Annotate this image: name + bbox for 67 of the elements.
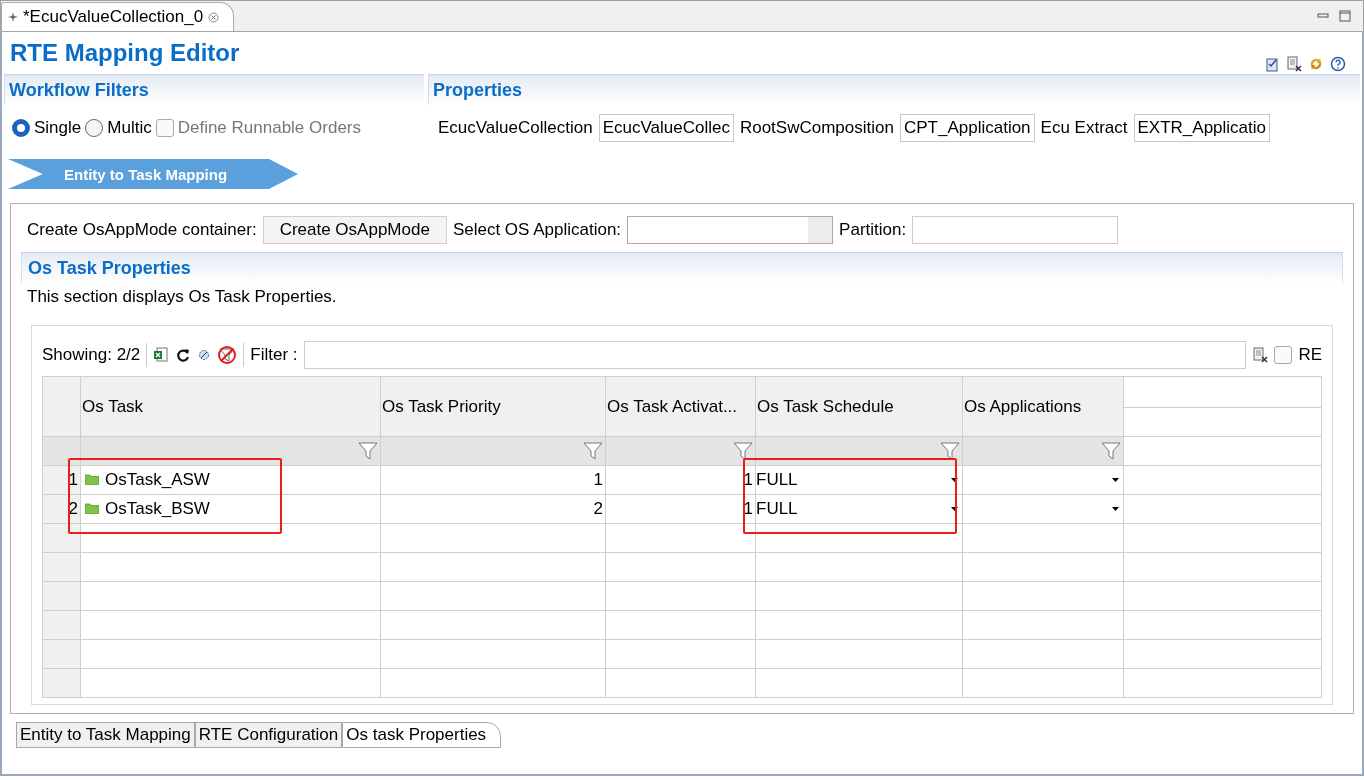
radio-option[interactable]: Multic	[85, 118, 152, 138]
filter-label: Filter :	[250, 345, 298, 365]
clear-filter-icon[interactable]	[217, 345, 238, 365]
property-value-field[interactable]: CPT_Application	[899, 114, 1035, 142]
section-title: Workflow Filters	[9, 79, 149, 101]
document-delete-icon[interactable]	[1252, 347, 1269, 363]
radio-button[interactable]	[12, 119, 30, 137]
partition-label: Partition:	[839, 220, 907, 240]
task-name: OsTask_ASW	[105, 469, 210, 490]
section-title: Os Task Properties	[28, 257, 191, 279]
property-value-field[interactable]: EcucValueCollec	[598, 114, 734, 142]
refresh-icon[interactable]	[175, 347, 192, 363]
filter-icon[interactable]	[940, 442, 960, 460]
section-title: Properties	[433, 79, 523, 101]
dropdown-arrow-icon[interactable]	[951, 507, 958, 511]
property-label: Ecu Extract	[1040, 118, 1128, 138]
table-cell: 1	[743, 470, 753, 489]
dropdown-arrow-icon[interactable]	[1112, 478, 1119, 482]
help-icon[interactable]	[1330, 56, 1346, 72]
regex-checkbox[interactable]	[1274, 346, 1293, 364]
dropdown-arrow-icon[interactable]	[1112, 507, 1119, 511]
table-cell: 1	[593, 470, 603, 489]
property-value-field[interactable]: EXTR_Applicatio	[1133, 114, 1270, 142]
page-tab[interactable]: RTE Configuration	[194, 722, 343, 748]
table-cell: 1	[743, 499, 753, 518]
create-button[interactable]: Create OsAppMode	[262, 216, 447, 244]
column-header[interactable]: Os Task Activat...	[605, 376, 756, 437]
filter-field[interactable]	[303, 341, 1247, 369]
property-label: RootSwComposition	[739, 118, 894, 138]
clipboard-check-icon[interactable]	[1264, 56, 1280, 72]
radio-button[interactable]	[85, 119, 104, 137]
table-cell: 2	[593, 499, 603, 518]
showing-count: Showing: 2/2	[42, 345, 141, 365]
page-tab[interactable]: Os task Properties	[342, 722, 502, 748]
close-icon[interactable]	[208, 11, 220, 23]
editor-tab-title: *EcucValueCollection_0	[23, 7, 204, 27]
regex-label: RE	[1298, 345, 1322, 365]
spreadsheet-icon[interactable]	[153, 347, 170, 363]
radio-option[interactable]: Single	[12, 118, 82, 138]
create-label: Create OsAppMode container:	[27, 220, 257, 240]
property-label: EcucValueCollection	[438, 118, 593, 138]
page-tab[interactable]: Entity to Task Mapping	[16, 722, 195, 748]
filter-icon[interactable]	[583, 442, 603, 460]
filter-icon[interactable]	[733, 442, 753, 460]
sync-icon[interactable]	[1308, 56, 1324, 72]
filter-icon[interactable]	[1101, 442, 1121, 460]
task-name: OsTask_BSW	[105, 498, 210, 519]
pin-icon	[8, 12, 18, 22]
section-description: This section displays Os Task Properties.	[26, 286, 338, 308]
column-header[interactable]: Os Task Schedule	[755, 376, 963, 437]
dropdown-value[interactable]: FULL	[756, 470, 798, 490]
folder-icon	[85, 503, 99, 515]
dropdown-value[interactable]: FULL	[756, 499, 798, 519]
column-header[interactable]: Os Task	[80, 376, 381, 437]
column-header[interactable]: Os Applications	[962, 376, 1124, 437]
folder-icon	[85, 474, 99, 486]
document-delete-icon[interactable]	[1286, 56, 1302, 72]
filter-icon[interactable]	[358, 442, 378, 460]
tool-icon[interactable]	[197, 348, 212, 362]
minimize-icon[interactable]	[1317, 11, 1329, 21]
editor-title: RTE Mapping Editor	[10, 39, 240, 67]
select-label: Select OS Application:	[452, 220, 622, 240]
dropdown-arrow-icon[interactable]	[951, 478, 958, 482]
editor-tab[interactable]: *EcucValueCollection_0	[1, 2, 235, 31]
partition-field[interactable]	[912, 216, 1119, 244]
maximize-icon[interactable]	[1339, 10, 1351, 22]
column-header[interactable]: Os Task Priority	[380, 376, 606, 437]
